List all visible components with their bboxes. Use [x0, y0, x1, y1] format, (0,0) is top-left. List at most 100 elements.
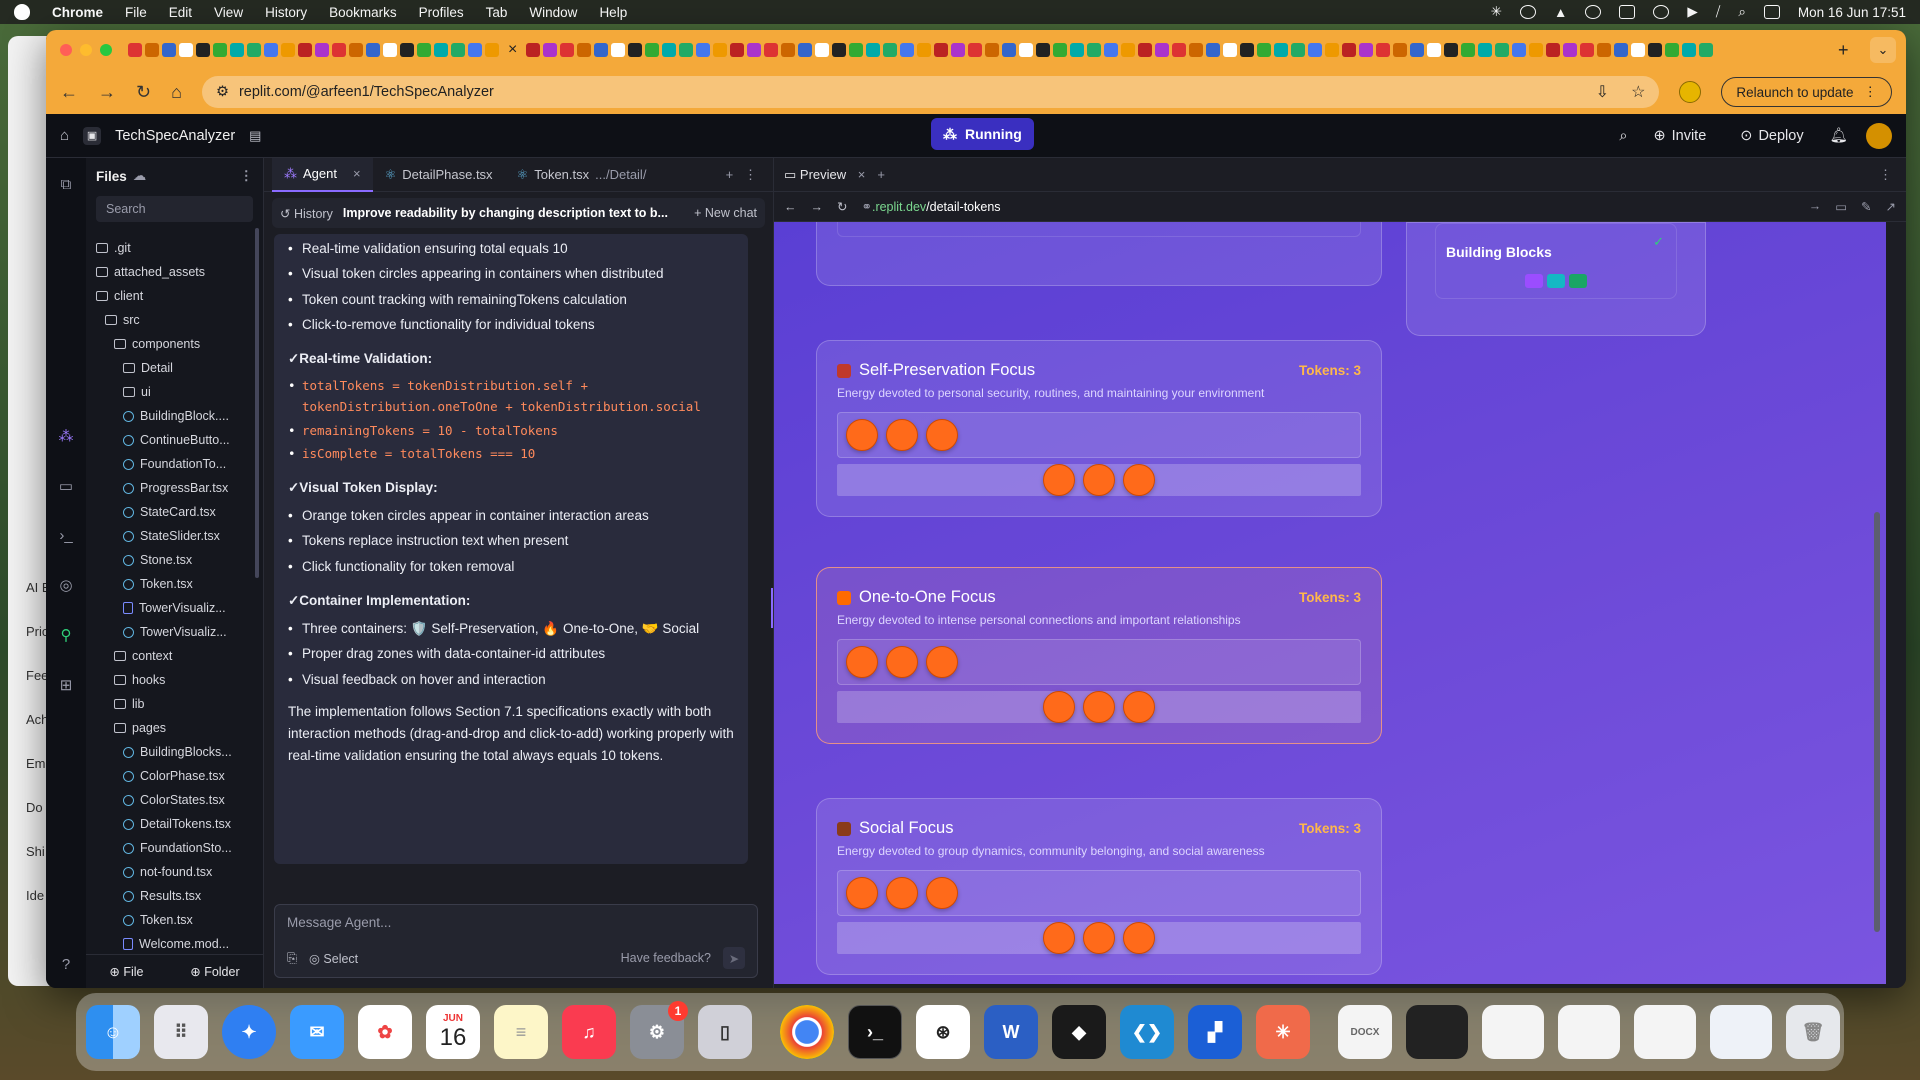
apple-icon[interactable]: [14, 4, 30, 20]
tab-favicon[interactable]: [1138, 43, 1153, 57]
file-item[interactable]: ContinueButto...: [92, 428, 263, 452]
new-chat-button[interactable]: + New chat: [694, 206, 757, 220]
tab-favicon[interactable]: [594, 43, 609, 57]
file-item[interactable]: Results.tsx: [92, 884, 263, 908]
finder-icon[interactable]: ☺: [86, 1005, 140, 1059]
preview-scrollbar[interactable]: [1874, 512, 1880, 932]
file-item[interactable]: TowerVisualiz...: [92, 620, 263, 644]
tab-favicon[interactable]: [128, 43, 142, 57]
tab-favicon[interactable]: [332, 43, 346, 57]
status-icon[interactable]: [1519, 5, 1536, 19]
omnibox[interactable]: ⚙ replit.com/@arfeen1/TechSpecAnalyzer ⇩…: [201, 76, 1660, 108]
token-bar[interactable]: [837, 464, 1361, 496]
folder-item[interactable]: context: [92, 644, 263, 668]
tab-favicon[interactable]: [485, 43, 499, 57]
clock[interactable]: Mon 16 Jun 17:51: [1798, 5, 1906, 20]
tab-favicon[interactable]: [417, 43, 431, 57]
mail-icon[interactable]: ✉: [290, 1005, 344, 1059]
menu-help[interactable]: Help: [599, 5, 627, 20]
history-button[interactable]: ↺ History: [280, 206, 333, 221]
token[interactable]: [1083, 922, 1115, 954]
tab-favicon[interactable]: [1172, 43, 1187, 57]
tab-favicon[interactable]: [1376, 43, 1391, 57]
run-status-button[interactable]: ⁂ Running: [931, 118, 1034, 150]
calendar-icon[interactable]: JUN 16: [426, 1005, 480, 1059]
tab-favicon[interactable]: [468, 43, 482, 57]
tab-favicon[interactable]: [196, 43, 210, 57]
user-status-icon[interactable]: [1653, 5, 1670, 19]
folder-item[interactable]: Detail: [92, 356, 263, 380]
forward-icon[interactable]: →: [811, 200, 824, 214]
search-icon[interactable]: ⌕: [1738, 4, 1746, 20]
chat-topic[interactable]: Improve readability by changing descript…: [343, 206, 684, 220]
tab-token[interactable]: ⚛ Token.tsx .../Detail/: [505, 158, 659, 192]
tab-favicon[interactable]: [315, 43, 329, 57]
teams-icon[interactable]: ▞: [1188, 1005, 1242, 1059]
word-icon[interactable]: W: [984, 1005, 1038, 1059]
token-drop-zone[interactable]: [837, 639, 1361, 685]
tab-favicon[interactable]: [1104, 43, 1119, 57]
tab-favicon[interactable]: [230, 43, 244, 57]
preview-url-input[interactable]: ⚭.replit.dev/detail-tokens: [861, 199, 1000, 214]
tab-favicon[interactable]: [1699, 43, 1714, 57]
more-icon[interactable]: ⋮: [1879, 167, 1892, 183]
file-item[interactable]: BuildingBlock....: [92, 404, 263, 428]
tab-favicon[interactable]: [1291, 43, 1306, 57]
tab-favicon[interactable]: [577, 43, 592, 57]
token[interactable]: [1123, 464, 1155, 496]
send-icon[interactable]: ➤: [723, 947, 745, 969]
token[interactable]: [1123, 922, 1155, 954]
tab-favicon[interactable]: [162, 43, 176, 57]
tab-favicon[interactable]: [1240, 43, 1255, 57]
menu-file[interactable]: File: [125, 5, 147, 20]
select-button[interactable]: ◎ Select: [309, 951, 358, 966]
tab-favicon[interactable]: [1189, 43, 1204, 57]
zoom-window-button[interactable]: [100, 44, 112, 56]
new-tab-icon[interactable]: +: [877, 167, 885, 182]
tab-favicon[interactable]: [451, 43, 465, 57]
tab-favicon[interactable]: [1036, 43, 1051, 57]
tab-favicon[interactable]: [1631, 43, 1646, 57]
tab-favicon[interactable]: [696, 43, 711, 57]
reload-icon[interactable]: ↻: [136, 82, 151, 103]
tab-favicon[interactable]: [662, 43, 677, 57]
tab-favicon[interactable]: [832, 43, 847, 57]
tab-favicon[interactable]: [985, 43, 1000, 57]
project-title[interactable]: TechSpecAnalyzer: [115, 128, 235, 144]
focus-card[interactable]: Self-Preservation Focus Tokens: 3 Energy d…: [816, 340, 1382, 517]
minimize-window-button[interactable]: [80, 44, 92, 56]
file-item[interactable]: Welcome.mod...: [92, 932, 263, 956]
play-icon[interactable]: ▶: [1687, 4, 1697, 20]
preview-tool-icon[interactable]: ▭: [59, 477, 73, 495]
files-more-icon[interactable]: ⋮: [240, 168, 254, 184]
cursor-icon[interactable]: ◆: [1052, 1005, 1106, 1059]
token[interactable]: [1043, 691, 1075, 723]
kebab-menu-icon[interactable]: ⋮: [1864, 84, 1878, 100]
token[interactable]: [1083, 464, 1115, 496]
recent-window-thumbnail[interactable]: [1482, 1005, 1544, 1059]
token[interactable]: [1043, 464, 1075, 496]
photos-icon[interactable]: ✿: [358, 1005, 412, 1059]
token[interactable]: [1123, 691, 1155, 723]
document-icon[interactable]: DOCX: [1338, 1005, 1392, 1059]
tab-favicon[interactable]: [349, 43, 363, 57]
search-icon[interactable]: ⌕: [1619, 128, 1627, 144]
token[interactable]: [926, 877, 958, 909]
tab-favicon[interactable]: [1563, 43, 1578, 57]
folder-item[interactable]: src: [92, 308, 263, 332]
close-tab-icon[interactable]: ×: [353, 166, 361, 181]
tab-favicon[interactable]: [1053, 43, 1068, 57]
tab-favicon[interactable]: [264, 43, 278, 57]
recent-window-thumbnail[interactable]: [1406, 1005, 1468, 1059]
open-new-tab-icon[interactable]: ↗: [1886, 199, 1896, 214]
menu-tab[interactable]: Tab: [486, 5, 508, 20]
tab-favicon[interactable]: [1019, 43, 1034, 57]
focus-card[interactable]: Social Focus Tokens: 3 Energy devoted to g…: [816, 798, 1382, 975]
tab-favicon[interactable]: [383, 43, 397, 57]
tab-favicon[interactable]: [1597, 43, 1612, 57]
token[interactable]: [846, 877, 878, 909]
token-drop-zone[interactable]: [837, 412, 1361, 458]
token[interactable]: [846, 419, 878, 451]
new-tab-button[interactable]: +: [1838, 40, 1849, 61]
file-item[interactable]: BuildingBlocks...: [92, 740, 263, 764]
